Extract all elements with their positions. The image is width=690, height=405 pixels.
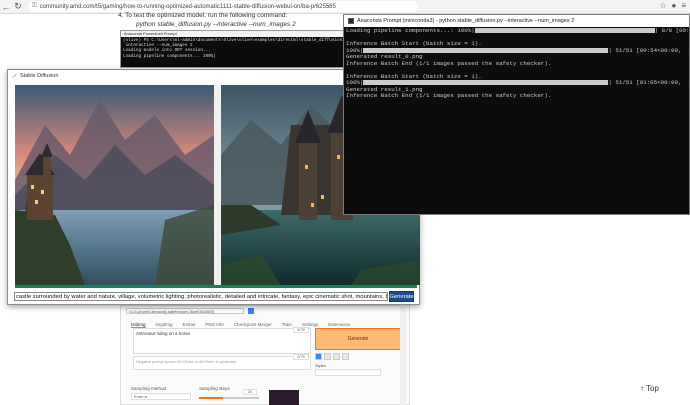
webui-scrollbar[interactable] bbox=[400, 305, 406, 405]
refresh-icon[interactable] bbox=[248, 308, 254, 314]
lock-icon: ⚿ bbox=[32, 3, 37, 9]
terminal-progress-bar bbox=[363, 80, 609, 86]
address-bar[interactable]: ⚿ community.amd.com/t5/gaming/how-to-run… bbox=[28, 1, 418, 12]
top-label: Top bbox=[646, 384, 659, 393]
sd-generate-button[interactable]: Generate bbox=[389, 291, 414, 302]
browser-extension-icons: ☆ ● ≡ bbox=[659, 1, 686, 10]
terminal-title: Anaconda Prompt (miniconda3) - python st… bbox=[357, 18, 575, 24]
checkpoint-select[interactable]: v1-5-pruned-emaonly.safetensors [6ce0161… bbox=[126, 308, 244, 314]
terminal-icon bbox=[348, 18, 354, 24]
feather-icon bbox=[11, 74, 17, 79]
webui-prompt-input[interactable]: Astronaut riding on a horse bbox=[133, 328, 311, 354]
back-button[interactable]: ← bbox=[0, 1, 12, 13]
style-icon[interactable] bbox=[333, 353, 340, 360]
sampling-method-label: Sampling method bbox=[131, 386, 167, 391]
terminal-progress-bar bbox=[363, 47, 609, 53]
article-screenshot-terminal: Anaconda Powershell Prompt (olive) PS C:… bbox=[120, 30, 360, 68]
reload-icon: ↻ bbox=[14, 1, 22, 11]
extension-icon[interactable]: ☆ bbox=[659, 1, 666, 10]
up-arrow-icon: ↑ bbox=[640, 384, 644, 393]
terminal-progress-bar bbox=[474, 28, 655, 33]
castle-sunset-image bbox=[15, 85, 214, 285]
reload-button[interactable]: ↻ bbox=[12, 1, 24, 13]
menu-icon[interactable]: ≡ bbox=[681, 1, 686, 10]
negative-token-count: 0/75 bbox=[293, 354, 309, 360]
back-arrow-icon: ← bbox=[1, 1, 11, 12]
generated-image-castle-sunset bbox=[15, 85, 214, 285]
prompt-token-count: 5/75 bbox=[293, 327, 309, 333]
webui-generate-button[interactable]: Generate bbox=[315, 328, 401, 350]
webui-negative-prompt[interactable]: Negative prompt (press Ctrl+Enter or Alt… bbox=[133, 356, 311, 370]
trash-icon[interactable] bbox=[324, 353, 331, 360]
styles-label: Styles bbox=[315, 363, 326, 368]
small-terminal-output: (olive) PS C:\Users\ml-admin\documents\O… bbox=[123, 38, 359, 59]
terminal-line: Inference Batch End (1/1 images passed t… bbox=[346, 92, 552, 100]
terminal-output[interactable]: Loading pipeline components...: 100%| | 8… bbox=[344, 27, 689, 101]
sampling-steps-value[interactable]: 20 bbox=[243, 389, 257, 395]
webui-tool-icons bbox=[315, 353, 349, 360]
sd-window-title: Stable Diffusion bbox=[20, 73, 59, 79]
terminal-titlebar: Anaconda Prompt (miniconda3) - python st… bbox=[344, 15, 689, 27]
webui-screenshot: v1-5-pruned-emaonly.safetensors [6ce0161… bbox=[120, 305, 410, 405]
url-text: community.amd.com/t5/gaming/how-to-runni… bbox=[39, 3, 336, 10]
profile-icon[interactable]: ● bbox=[671, 1, 676, 10]
paste-icon[interactable] bbox=[315, 353, 322, 360]
save-style-icon[interactable] bbox=[342, 353, 349, 360]
generation-progress-bar bbox=[15, 285, 417, 288]
anaconda-terminal-window: Anaconda Prompt (miniconda3) - python st… bbox=[343, 14, 690, 215]
output-thumbnail bbox=[269, 390, 299, 405]
styles-select[interactable] bbox=[315, 369, 381, 376]
sampling-method-select[interactable]: Euler a bbox=[131, 393, 191, 400]
sampling-steps-label: Sampling steps bbox=[199, 386, 230, 391]
sd-prompt-input[interactable]: castle surrounded by water and nature, v… bbox=[14, 292, 388, 301]
sampling-steps-slider[interactable] bbox=[199, 397, 259, 399]
terminal-line: Loading pipeline components...: 100%| | 8… bbox=[346, 27, 689, 35]
back-to-top-button[interactable]: ↑ Top bbox=[640, 384, 659, 393]
